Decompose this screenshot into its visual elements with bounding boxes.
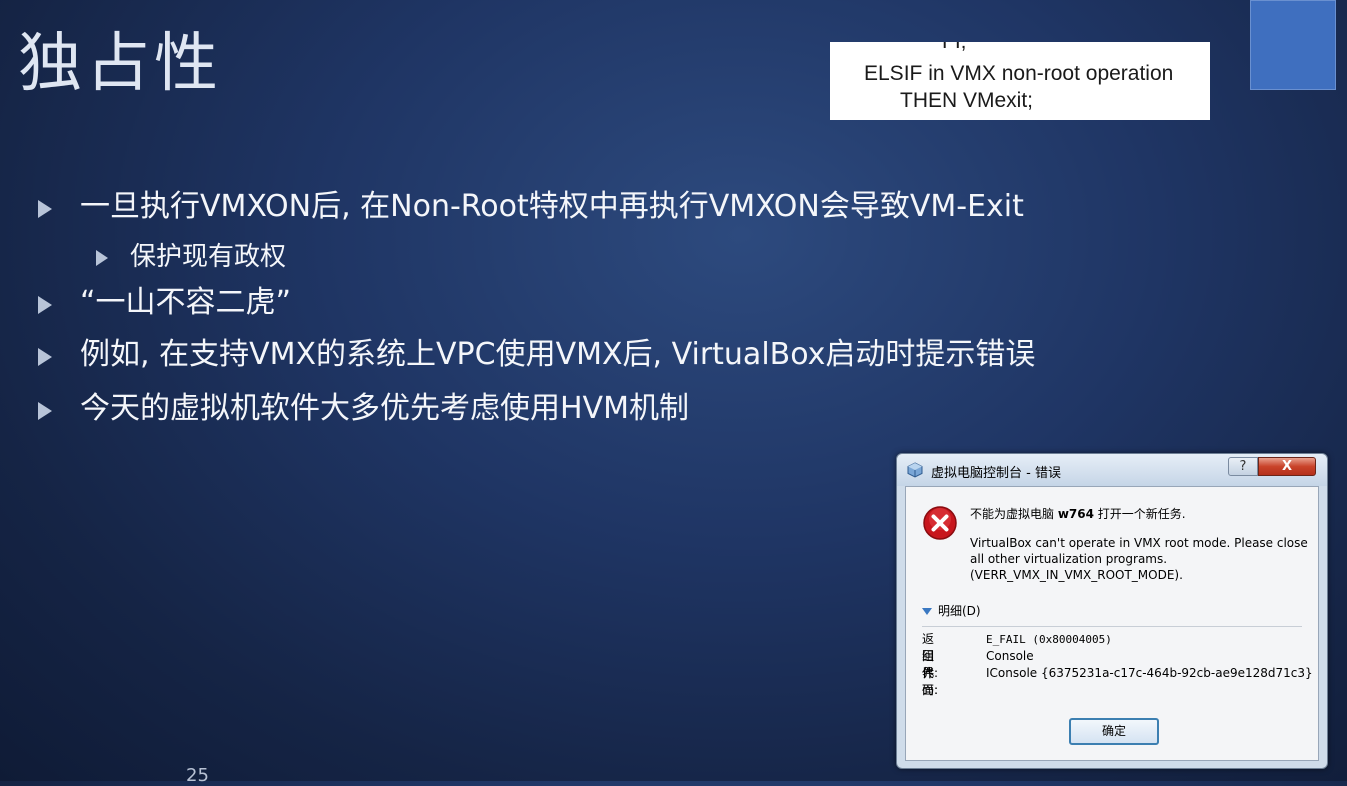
divider xyxy=(922,626,1302,627)
ok-button[interactable]: 确定 xyxy=(1069,718,1159,745)
vm-name: w764 xyxy=(1057,507,1094,521)
detail-value: E_FAIL (0x80004005) xyxy=(986,633,1112,646)
bullet-text: 一旦执行VMXON后, 在Non-Root特权中再执行VMXON会导致VM-Ex… xyxy=(80,189,1024,224)
bullet-list: 一旦执行VMXON后, 在Non-Root特权中再执行VMXON会导致VM-Ex… xyxy=(38,188,1078,428)
message-suffix: 打开一个新任务. xyxy=(1093,507,1186,521)
sub-bullet-item: 保护现有政权 xyxy=(38,240,1078,274)
bullet-text: “一山不容二虎” xyxy=(80,285,292,320)
bullet-arrow-icon xyxy=(38,348,52,366)
message-prefix: 不能为虚拟电脑 xyxy=(970,507,1058,521)
dialog-title: 虚拟电脑控制台 - 错误 xyxy=(931,466,1061,481)
dialog-body: 不能为虚拟电脑 w764 打开一个新任务. VirtualBox can't o… xyxy=(905,486,1319,761)
bullet-text: 保护现有政权 xyxy=(130,242,287,272)
detail-value: IConsole {6375231a-c17c-464b-92cb-ae9e12… xyxy=(986,666,1313,680)
bullet-arrow-icon xyxy=(38,296,52,314)
error-summary: 不能为虚拟电脑 w764 打开一个新任务. xyxy=(970,505,1186,522)
close-button[interactable]: X xyxy=(1258,457,1316,476)
error-icon xyxy=(923,506,957,540)
bullet-item: 一旦执行VMXON后, 在Non-Root特权中再执行VMXON会导致VM-Ex… xyxy=(38,188,1078,226)
bullet-item: 例如, 在支持VMX的系统上VPC使用VMX后, VirtualBox启动时提示… xyxy=(38,336,1078,374)
bullet-item: 今天的虚拟机软件大多优先考虑使用HVM机制 xyxy=(38,390,1078,428)
bullet-arrow-icon xyxy=(38,200,52,218)
decorative-square xyxy=(1250,0,1336,90)
detail-key: 界面: xyxy=(922,666,939,697)
bullet-text: 今天的虚拟机软件大多优先考虑使用HVM机制 xyxy=(80,391,689,426)
bullet-item: “一山不容二虎” xyxy=(38,284,1078,322)
code-line-2: THEN VMexit; xyxy=(900,89,1034,112)
help-button[interactable]: ? xyxy=(1228,457,1258,476)
error-detail-message: VirtualBox can't operate in VMX root mod… xyxy=(970,536,1308,582)
dialog-titlebar[interactable]: 虚拟电脑控制台 - 错误 ? X xyxy=(897,454,1327,486)
detail-value: Console xyxy=(986,649,1034,663)
details-toggle-label: 明细(D) xyxy=(938,604,981,618)
code-line-0: FI; xyxy=(942,42,967,54)
code-line-1: ELSIF in VMX non-root operation xyxy=(864,62,1174,85)
bullet-arrow-icon xyxy=(96,250,108,266)
page-number: 25 xyxy=(186,765,209,786)
code-snippet-image: FI; ELSIF in VMX non-root operation THEN… xyxy=(830,42,1210,120)
slide-title: 独占性 xyxy=(18,27,222,101)
bullet-arrow-icon xyxy=(38,402,52,420)
expand-triangle-icon xyxy=(922,608,932,615)
details-toggle[interactable]: 明细(D) xyxy=(922,602,981,619)
error-dialog: 虚拟电脑控制台 - 错误 ? X 不能为虚拟电脑 w764 打开一个新任务. V… xyxy=(896,453,1328,769)
virtualbox-icon xyxy=(907,462,923,478)
bullet-text: 例如, 在支持VMX的系统上VPC使用VMX后, VirtualBox启动时提示… xyxy=(80,337,1036,372)
